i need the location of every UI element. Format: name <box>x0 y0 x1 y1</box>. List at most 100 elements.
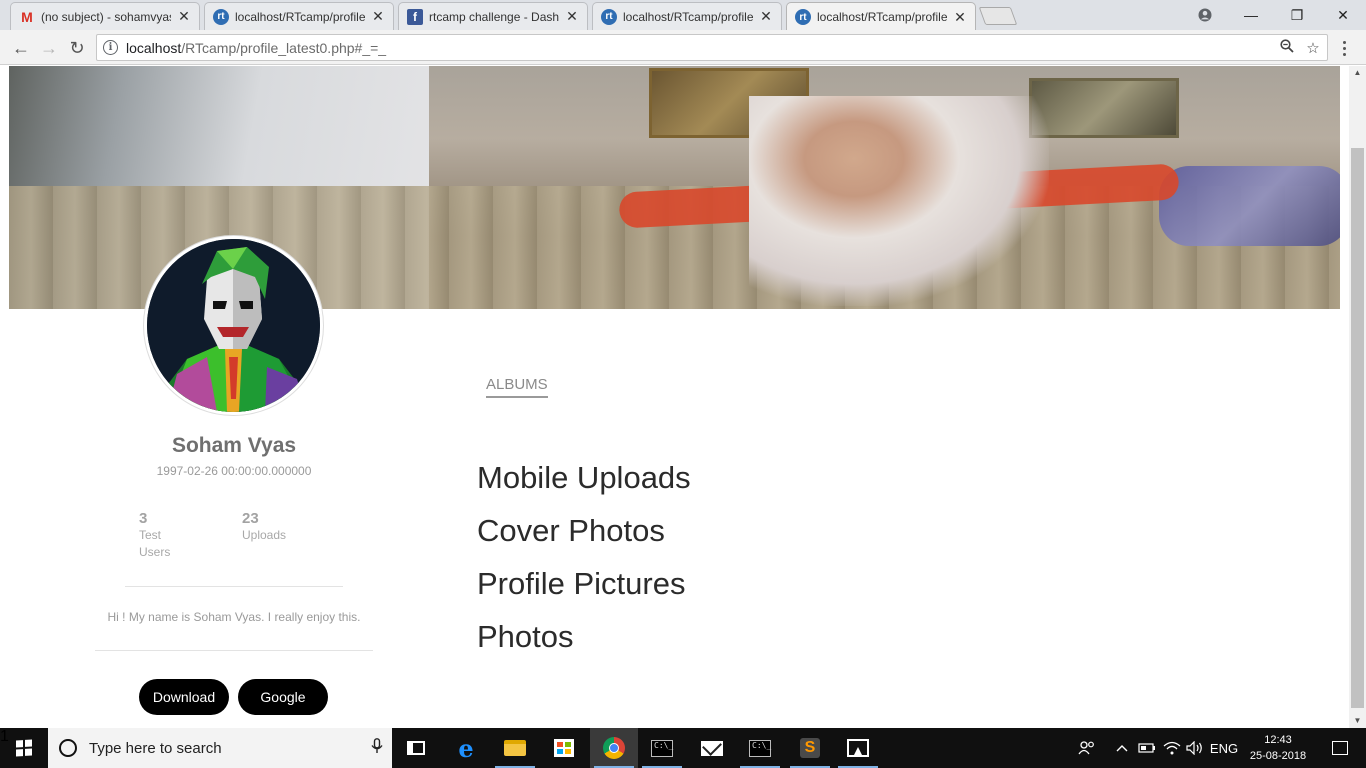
stat-value: 23 <box>242 510 259 527</box>
language-indicator[interactable]: ENG <box>1208 728 1240 768</box>
task-view-icon <box>407 741 425 755</box>
gmail-icon: M <box>21 8 33 25</box>
taskbar-cmd-2[interactable]: C:\_ <box>736 728 784 768</box>
page-viewport: Soham Vyas 1997-02-26 00:00:00.000000 3 … <box>0 66 1366 728</box>
mail-icon <box>701 740 723 756</box>
new-tab-button[interactable] <box>978 7 1018 25</box>
close-icon[interactable]: ✕ <box>565 8 579 25</box>
terminal-icon: C:\_ <box>749 739 771 757</box>
taskbar-sublime[interactable]: S <box>786 728 834 768</box>
folder-icon <box>504 740 526 756</box>
store-icon <box>554 739 574 757</box>
microphone-icon[interactable] <box>362 737 392 759</box>
divider <box>125 586 343 587</box>
profile-icon[interactable] <box>1182 0 1228 30</box>
url-host: localhost <box>126 39 182 56</box>
tab-rtcamp-profile-2[interactable]: rt localhost/RTcamp/profile ✕ <box>592 2 782 30</box>
tab-title: (no subject) - sohamvyas <box>41 9 171 24</box>
tab-rtcamp-profile-active[interactable]: rt localhost/RTcamp/profile ✕ <box>786 2 976 31</box>
taskbar-file-explorer[interactable] <box>491 728 539 768</box>
rtcamp-icon: rt <box>795 9 811 25</box>
action-center-button[interactable] <box>1320 728 1360 768</box>
chrome-icon <box>603 737 625 759</box>
album-item-cover-photos[interactable]: Cover Photos <box>477 504 691 557</box>
close-icon[interactable]: ✕ <box>759 8 773 25</box>
volume-icon[interactable] <box>1184 728 1206 768</box>
taskbar-photos[interactable] <box>834 728 882 768</box>
close-icon[interactable]: ✕ <box>371 8 385 25</box>
browser-tab-strip: M (no subject) - sohamvyas ✕ rt localhos… <box>0 0 1366 31</box>
profile-bio: Hi ! My name is Soham Vyas. I really enj… <box>107 610 361 624</box>
tab-rtcamp-profile-1[interactable]: rt localhost/RTcamp/profile ✕ <box>204 2 394 30</box>
site-info-icon[interactable]: i <box>103 40 118 55</box>
rtcamp-icon: rt <box>213 8 229 25</box>
cortana-icon <box>59 739 77 757</box>
chevron-up-icon[interactable] <box>1112 728 1132 768</box>
taskbar-chrome[interactable] <box>590 728 638 768</box>
tab-albums[interactable]: ALBUMS <box>486 376 548 398</box>
back-arrow-icon[interactable]: ← <box>9 36 33 60</box>
windows-taskbar: Type here to search e C:\_ C:\_ S ENG 12… <box>0 728 1366 768</box>
forward-arrow-icon[interactable]: → <box>37 36 61 60</box>
tab-title: localhost/RTcamp/profile <box>235 9 365 24</box>
scroll-up-arrow-icon[interactable]: ▲ <box>1349 66 1366 80</box>
wifi-icon[interactable] <box>1160 728 1184 768</box>
profile-dob: 1997-02-26 00:00:00.000000 <box>156 464 312 478</box>
tab-title: localhost/RTcamp/profile <box>817 10 947 24</box>
divider <box>95 650 373 651</box>
rtcamp-icon: rt <box>601 8 617 25</box>
start-button[interactable] <box>0 728 48 768</box>
zoom-icon[interactable] <box>1275 38 1299 57</box>
sublime-text-icon: S <box>800 738 820 758</box>
battery-icon[interactable] <box>1136 728 1158 768</box>
taskbar-mail[interactable] <box>688 728 736 768</box>
task-view-button[interactable] <box>392 728 440 768</box>
profile-name: Soham Vyas <box>171 434 297 457</box>
minimize-button[interactable]: — <box>1228 0 1274 30</box>
stat-uploads: 23 Uploads <box>242 511 332 544</box>
window-close-button[interactable]: ✕ <box>1320 0 1366 30</box>
system-clock[interactable]: 12:43 25-08-2018 <box>1248 732 1308 764</box>
edge-icon: e <box>458 733 474 763</box>
terminal-icon: C:\_ <box>651 739 673 757</box>
people-icon[interactable] <box>1074 728 1100 768</box>
stat-test-users: 3 Test Users <box>139 511 229 561</box>
photos-icon <box>847 739 869 757</box>
taskbar-store[interactable] <box>540 728 588 768</box>
album-item-profile-pictures[interactable]: Profile Pictures <box>477 557 691 610</box>
tab-gmail[interactable]: M (no subject) - sohamvyas ✕ <box>10 2 200 30</box>
browser-menu-icon[interactable] <box>1336 36 1352 60</box>
notification-icon <box>1332 741 1348 755</box>
stat-label: Test Users <box>139 528 171 559</box>
profile-avatar <box>144 236 323 415</box>
album-list: Mobile Uploads Cover Photos Profile Pict… <box>477 451 691 663</box>
close-icon[interactable]: ✕ <box>953 9 967 26</box>
taskbar-cmd-1[interactable]: C:\_ <box>638 728 686 768</box>
page-scrollbar[interactable]: ▲ ▼ <box>1349 66 1366 728</box>
tab-title: localhost/RTcamp/profile <box>623 9 753 24</box>
taskbar-edge[interactable]: e <box>442 728 490 768</box>
address-bar[interactable]: i localhost/RTcamp/profile_latest0.php#_… <box>96 34 1328 61</box>
stat-label: Uploads <box>242 528 287 542</box>
reload-icon[interactable]: ↻ <box>65 36 89 60</box>
album-item-mobile-uploads[interactable]: Mobile Uploads <box>477 451 691 504</box>
album-item-photos[interactable]: Photos <box>477 610 691 663</box>
restore-button[interactable]: ❐ <box>1274 0 1320 30</box>
tab-title: rtcamp challenge - Dashb <box>429 9 559 24</box>
bookmark-star-icon[interactable]: ☆ <box>1301 39 1325 57</box>
stat-value: 3 <box>139 510 148 527</box>
browser-toolbar: ← → ↻ i localhost/RTcamp/profile_latest0… <box>0 30 1366 65</box>
taskbar-search[interactable]: Type here to search <box>48 728 392 768</box>
url-text[interactable]: localhost/RTcamp/profile_latest0.php#_=_ <box>126 40 1275 56</box>
scrollbar-thumb[interactable] <box>1351 148 1364 708</box>
url-path: /RTcamp/profile_latest0.php#_=_ <box>181 39 387 56</box>
facebook-icon: f <box>407 8 423 25</box>
clock-time: 12:43 <box>1264 734 1292 746</box>
download-button[interactable]: Download <box>139 679 229 715</box>
scroll-down-arrow-icon[interactable]: ▼ <box>1349 714 1366 728</box>
search-placeholder: Type here to search <box>89 739 222 757</box>
google-button[interactable]: Google <box>238 679 328 715</box>
tab-facebook[interactable]: f rtcamp challenge - Dashb ✕ <box>398 2 588 30</box>
close-icon[interactable]: ✕ <box>177 8 191 25</box>
clock-date: 25-08-2018 <box>1249 750 1307 762</box>
